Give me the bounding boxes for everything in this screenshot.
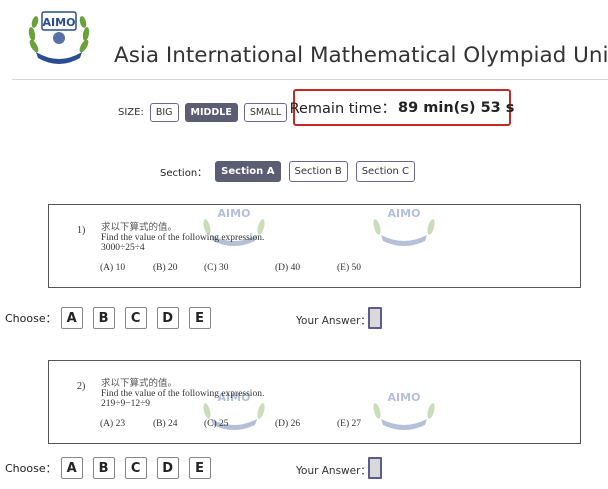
size-label: SIZE: <box>118 106 144 118</box>
your-answer-box <box>368 307 382 329</box>
question-card-2: AIMO AIMO 2) 求以下算式的值。 Find the value of … <box>48 360 581 444</box>
size-big-button[interactable]: BIG <box>149 102 179 122</box>
option-a: (A) 23 <box>100 419 126 429</box>
choose-row-2: Choose： A B C D E <box>5 457 221 479</box>
header-divider <box>12 79 608 80</box>
size-selector: SIZE: BIG MIDDLE SMALL <box>118 101 293 123</box>
choice-b-button[interactable]: B <box>92 457 115 479</box>
option-c: (C) 25 <box>204 419 229 429</box>
choose-row-1: Choose： A B C D E <box>5 307 221 329</box>
choice-a-button[interactable]: A <box>60 457 83 479</box>
option-a: (A) 10 <box>100 263 126 273</box>
your-answer-label: Your Answer： <box>296 315 371 327</box>
site-header: AIMO Asia International Mathematical Oly… <box>0 0 608 80</box>
your-answer-label: Your Answer： <box>296 465 371 477</box>
question-number: 2) <box>77 381 86 392</box>
choose-label: Choose： <box>5 312 57 325</box>
question-number: 1) <box>77 225 86 236</box>
choice-e-button[interactable]: E <box>188 457 211 479</box>
option-b: (B) 24 <box>153 419 178 429</box>
svg-text:AIMO: AIMO <box>388 391 421 404</box>
choice-e-button[interactable]: E <box>188 307 211 329</box>
tab-section-b[interactable]: Section B <box>288 161 348 182</box>
size-small-button[interactable]: SMALL <box>243 102 288 122</box>
svg-text:AIMO: AIMO <box>218 207 251 220</box>
your-answer-box <box>368 457 382 479</box>
option-b: (B) 20 <box>153 263 178 273</box>
choice-d-button[interactable]: D <box>156 457 179 479</box>
logo-text: AIMO <box>43 16 76 29</box>
question-text-zh: 求以下算式的值。 <box>101 379 178 389</box>
answer-options: (A) 23 (B) 24 (C) 25 (D) 26 (E) 27 <box>100 419 361 429</box>
choice-c-button[interactable]: C <box>124 307 147 329</box>
section-tabs: Section： Section A Section B Section C <box>160 161 423 182</box>
choice-c-button[interactable]: C <box>124 457 147 479</box>
question-text-zh: 求以下算式的值。 <box>101 223 178 233</box>
question-expression: 3000÷25÷4 <box>101 243 145 253</box>
aimo-watermark-icon: AIMO <box>203 207 265 246</box>
aimo-logo-icon: AIMO <box>28 11 90 64</box>
question-text-en: Find the value of the following expressi… <box>101 233 265 243</box>
question-text-en: Find the value of the following expressi… <box>101 389 265 399</box>
timer-value: 89 min(s) 53 s <box>398 99 515 116</box>
question-card-1: AIMO AIMO 1) 求以下算式的值。 Find the value of … <box>48 204 581 288</box>
remaining-time-box: Remain time： 89 min(s) 53 s <box>289 89 515 126</box>
option-c: (C) 30 <box>204 263 229 273</box>
site-title: Asia International Mathematical Olympiad… <box>114 43 608 68</box>
timer-label: Remain time： <box>289 101 397 117</box>
section-label: Section： <box>160 168 208 179</box>
choice-a-button[interactable]: A <box>60 307 83 329</box>
option-e: (E) 27 <box>337 419 362 429</box>
choice-b-button[interactable]: B <box>92 307 115 329</box>
option-d: (D) 26 <box>275 419 301 429</box>
question-expression: 219÷9−12÷9 <box>101 399 151 409</box>
size-middle-button[interactable]: MIDDLE <box>184 102 238 122</box>
option-e: (E) 50 <box>337 263 362 273</box>
tab-section-c[interactable]: Section C <box>355 161 416 182</box>
choice-d-button[interactable]: D <box>156 307 179 329</box>
aimo-watermark-icon: AIMO <box>373 391 435 430</box>
option-d: (D) 40 <box>275 263 301 273</box>
aimo-watermark-icon: AIMO <box>373 207 435 246</box>
answer-options: (A) 10 (B) 20 (C) 30 (D) 40 (E) 50 <box>100 263 361 273</box>
svg-text:AIMO: AIMO <box>388 207 421 220</box>
choose-label: Choose： <box>5 462 57 475</box>
tab-section-a[interactable]: Section A <box>215 161 281 182</box>
